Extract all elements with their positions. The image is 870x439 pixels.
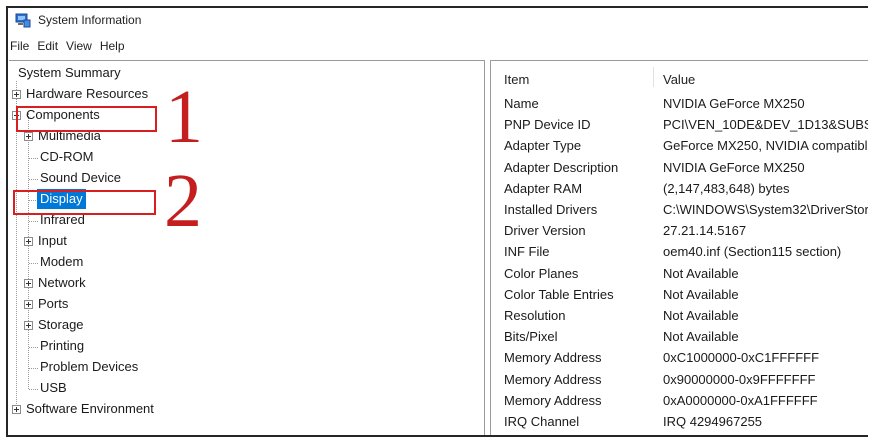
tree-item-printing[interactable]: Printing — [40, 336, 84, 356]
row-item: INF File — [504, 244, 550, 260]
row-value: Not Available — [663, 329, 739, 345]
row-item: Memory Address — [504, 392, 602, 408]
tree-connector-tick — [29, 221, 38, 222]
row-item: Color Planes — [504, 265, 579, 281]
row-item: Resolution — [504, 308, 566, 323]
tree-connector-tick — [29, 389, 38, 390]
table-row[interactable]: Memory Address 0xC1000000-0xC1FFFFFF — [491, 347, 868, 368]
tree-connector-tick — [29, 263, 38, 264]
expand-network-icon[interactable] — [24, 279, 33, 288]
tree-item-sound-device[interactable]: Sound Device — [40, 168, 121, 188]
row-value: 27.21.14.5167 — [663, 223, 747, 239]
system-information-icon — [15, 13, 31, 28]
table-row[interactable]: Bits/Pixel Not Available — [491, 326, 868, 347]
expand-ports-icon[interactable] — [24, 300, 33, 309]
row-item: Adapter RAM — [504, 180, 583, 196]
category-tree[interactable]: System Summary Hardware Resources Compon… — [9, 60, 485, 435]
table-row[interactable]: Color Planes Not Available — [491, 263, 868, 284]
system-information-window: System Information File Edit View Help S… — [6, 6, 868, 437]
row-value: C:\WINDOWS\System32\DriverStor — [663, 202, 868, 217]
expand-storage-icon[interactable] — [24, 321, 33, 330]
row-item: Adapter Description — [504, 159, 619, 175]
row-value: Not Available — [663, 265, 739, 281]
table-row[interactable]: Installed Drivers C:\WINDOWS\System32\Dri… — [491, 199, 868, 220]
menu-file[interactable]: File — [8, 39, 34, 53]
row-value: 0xA0000000-0xA1FFFFFF — [663, 392, 818, 408]
tree-item-cd-rom[interactable]: CD-ROM — [40, 147, 93, 167]
tree-item-storage[interactable]: Storage — [38, 315, 84, 335]
row-value: 0x90000000-0x9FFFFFFF — [663, 371, 816, 387]
row-value: PCI\VEN_10DE&DEV_1D13&SUBSY — [663, 117, 868, 133]
table-row[interactable]: Resolution Not Available — [491, 305, 868, 326]
table-row[interactable]: Color Table Entries Not Available — [491, 284, 868, 305]
table-row[interactable]: Name NVIDIA GeForce MX250 — [491, 93, 868, 114]
tree-item-input[interactable]: Input — [38, 231, 67, 251]
expand-software-environment-icon[interactable] — [12, 405, 21, 414]
tree-item-system-summary[interactable]: System Summary — [18, 63, 121, 83]
column-header-value[interactable]: Value — [663, 72, 695, 87]
row-item: Adapter Type — [504, 138, 582, 154]
row-value: NVIDIA GeForce MX250 — [663, 96, 805, 111]
row-item: IRQ Channel — [504, 414, 580, 429]
row-value: Not Available — [663, 308, 739, 323]
menu-bar: File Edit View Help — [8, 36, 868, 56]
row-value: oem40.inf (Section115 section) — [663, 244, 842, 260]
row-item: Name — [504, 96, 539, 111]
column-header-item[interactable]: Item — [504, 72, 529, 87]
row-value: Not Available — [663, 286, 739, 302]
row-item: Bits/Pixel — [504, 329, 558, 345]
tree-item-hardware-resources[interactable]: Hardware Resources — [26, 84, 148, 104]
tree-connector-tick — [29, 158, 38, 159]
tree-connector-tick — [29, 347, 38, 348]
callout-number-1: 1 — [165, 75, 203, 159]
table-row[interactable]: PNP Device ID PCI\VEN_10DE&DEV_1D13&SUBSY — [491, 114, 868, 135]
row-item: Memory Address — [504, 371, 602, 387]
tree-item-problem-devices[interactable]: Problem Devices — [40, 357, 138, 377]
table-row[interactable]: Memory Address 0xA0000000-0xA1FFFFFF — [491, 390, 868, 411]
table-row[interactable]: INF File oem40.inf (Section115 section) — [491, 241, 868, 262]
menu-help[interactable]: Help — [97, 39, 130, 53]
tree-item-modem[interactable]: Modem — [40, 252, 83, 272]
tree-item-software-environment[interactable]: Software Environment — [26, 399, 154, 419]
row-value: IRQ 4294967255 — [663, 414, 763, 429]
menu-view[interactable]: View — [63, 39, 97, 53]
row-item: Installed Drivers — [504, 202, 598, 217]
row-item: Color Table Entries — [504, 286, 614, 302]
callout-box-display — [13, 190, 156, 215]
row-value: 0xC1000000-0xC1FFFFFF — [663, 350, 820, 366]
column-separator[interactable] — [653, 67, 654, 87]
row-item: Driver Version — [504, 223, 586, 239]
row-value: GeForce MX250, NVIDIA compatibl — [663, 138, 868, 154]
expand-multimedia-icon[interactable] — [24, 132, 33, 141]
title-bar: System Information — [8, 8, 868, 34]
tree-item-network[interactable]: Network — [38, 273, 86, 293]
table-row[interactable]: Adapter Description NVIDIA GeForce MX250 — [491, 157, 868, 178]
row-item: PNP Device ID — [504, 117, 591, 133]
row-value: (2,147,483,648) bytes — [663, 180, 790, 196]
callout-number-2: 2 — [164, 159, 202, 243]
tree-item-ports[interactable]: Ports — [38, 294, 68, 314]
tree-connector-tick — [29, 368, 38, 369]
table-row[interactable]: Memory Address 0x90000000-0x9FFFFFFF — [491, 369, 868, 390]
expand-input-icon[interactable] — [24, 237, 33, 246]
row-value: NVIDIA GeForce MX250 — [663, 159, 805, 175]
window-title: System Information — [38, 13, 142, 27]
row-item: Memory Address — [504, 350, 602, 366]
details-list[interactable]: Item Value Name NVIDIA GeForce MX250 PNP D… — [490, 60, 868, 435]
table-row[interactable]: Adapter RAM (2,147,483,648) bytes — [491, 178, 868, 199]
expand-hardware-resources-icon[interactable] — [12, 90, 21, 99]
table-row[interactable]: Driver Version 27.21.14.5167 — [491, 220, 868, 241]
tree-item-usb[interactable]: USB — [40, 378, 67, 398]
tree-connector-tick — [29, 179, 38, 180]
table-row[interactable]: Adapter Type GeForce MX250, NVIDIA compat… — [491, 135, 868, 156]
callout-box-components — [16, 106, 157, 132]
menu-edit[interactable]: Edit — [34, 39, 63, 53]
table-row[interactable]: IRQ Channel IRQ 4294967255 — [491, 411, 868, 432]
